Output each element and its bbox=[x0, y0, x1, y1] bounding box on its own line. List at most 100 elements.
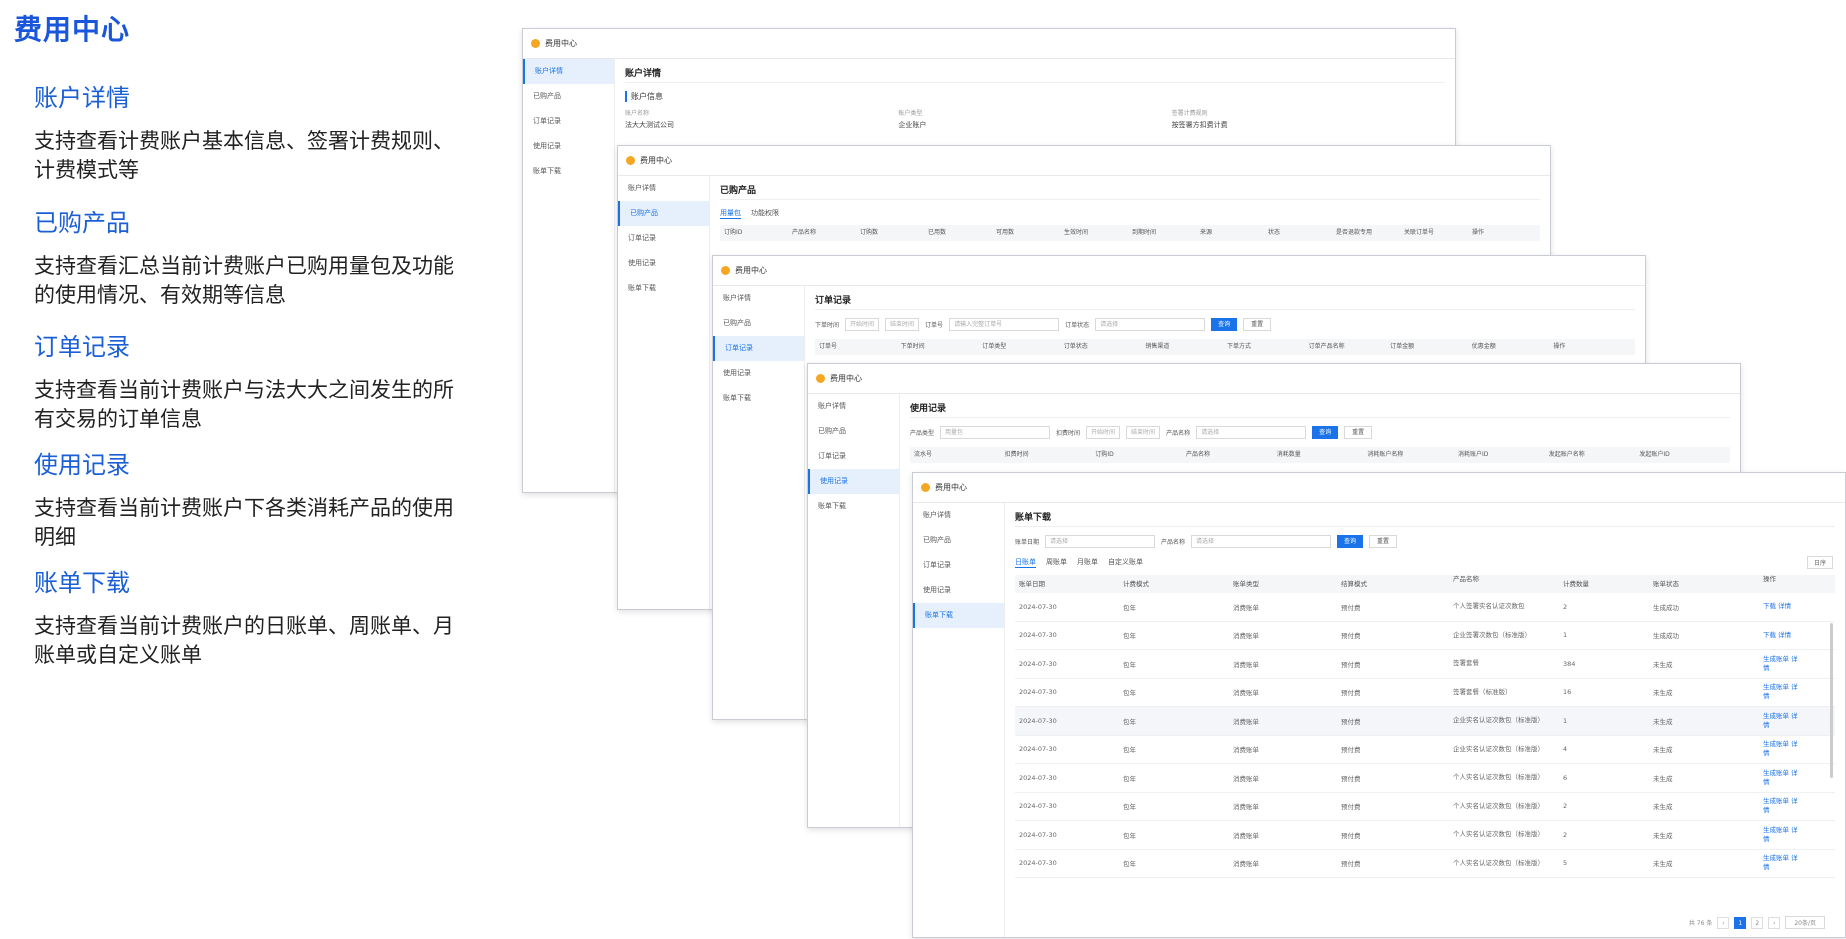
sidebar-item-usage[interactable]: 使用记录 bbox=[523, 134, 614, 159]
sidebar-item-bills[interactable]: 账单下载 bbox=[808, 494, 899, 519]
table-cell: 4 bbox=[1563, 745, 1568, 754]
table-row: 2024-07-30 包年 消费账单 预付费 企业实名认证次数包（标准版） 1 未生成 生成账… bbox=[1015, 707, 1835, 736]
row-action-link[interactable]: 生成账单 详情 bbox=[1763, 712, 1803, 730]
sidebar-item-orders[interactable]: 订单记录 bbox=[523, 109, 614, 134]
sort-select[interactable]: 日序 bbox=[1806, 556, 1833, 569]
sidebar-item-bills[interactable]: 账单下载 bbox=[913, 603, 1004, 628]
column-header: 流水号 bbox=[914, 451, 933, 458]
info-labels: 账户名称 账户类型 签署计费规则 bbox=[625, 108, 1445, 117]
sidebar-item-bills[interactable]: 账单下载 bbox=[713, 386, 804, 411]
reset-button[interactable]: 重置 bbox=[1369, 535, 1398, 548]
table-cell: 预付费 bbox=[1341, 860, 1361, 869]
sidebar-item-usage[interactable]: 使用记录 bbox=[913, 578, 1004, 603]
next-page-icon[interactable]: › bbox=[1768, 916, 1781, 929]
row-action-link[interactable]: 生成账单 详情 bbox=[1763, 740, 1803, 758]
sidebar-item-products[interactable]: 已购产品 bbox=[808, 419, 899, 444]
tab-features[interactable]: 功能权限 bbox=[751, 208, 779, 219]
sidebar-item-account[interactable]: 账户详情 bbox=[913, 503, 1004, 528]
table-cell: 1 bbox=[1563, 716, 1568, 725]
sidebar-item-orders[interactable]: 订单记录 bbox=[913, 553, 1004, 578]
feature-title: 使用记录 bbox=[34, 451, 130, 479]
sidebar-item-account[interactable]: 账户详情 bbox=[523, 59, 614, 84]
table-header: 订单号 下单时间 订单类型 订单状态 销售渠道 下单方式 订单产品名称 订单金额 优惠金额 操作 bbox=[815, 339, 1635, 355]
sidebar-item-products[interactable]: 已购产品 bbox=[913, 528, 1004, 553]
sidebar-item-bills[interactable]: 账单下载 bbox=[523, 159, 614, 184]
filter-label: 账单日期 bbox=[1015, 539, 1040, 546]
start-date-input[interactable]: 开始时间 bbox=[1086, 426, 1121, 439]
table-row: 2024-07-30 包年 消费账单 预付费 签署套餐（标准版） 16 未生成 生成账单 详情 bbox=[1015, 679, 1835, 707]
table-cell: 384 bbox=[1563, 659, 1576, 668]
sidebar-item-orders[interactable]: 订单记录 bbox=[808, 444, 899, 469]
sidebar-item-account[interactable]: 账户详情 bbox=[808, 394, 899, 419]
bill-date-input[interactable]: 请选择 bbox=[1045, 535, 1156, 548]
sidebar: 账户详情 已购产品 订单记录 使用记录 账单下载 bbox=[808, 394, 900, 827]
query-button[interactable]: 查询 bbox=[1337, 535, 1364, 548]
order-number-input[interactable]: 请输入完整订单号 bbox=[949, 318, 1060, 331]
row-action-link[interactable]: 生成账单 详情 bbox=[1763, 826, 1803, 844]
column-header: 账单日期 bbox=[1019, 580, 1045, 588]
tab-custom[interactable]: 自定义账单 bbox=[1108, 557, 1143, 568]
page-size-select[interactable]: 20条/页 bbox=[1785, 916, 1825, 929]
label: 签署计费规则 bbox=[1171, 110, 1208, 117]
row-action-link[interactable]: 生成账单 详情 bbox=[1763, 683, 1803, 701]
reset-button[interactable]: 重置 bbox=[1243, 318, 1272, 331]
table-cell: 2024-07-30 bbox=[1019, 688, 1057, 697]
query-button[interactable]: 查询 bbox=[1312, 426, 1339, 439]
sidebar-item-bills[interactable]: 账单下载 bbox=[618, 276, 709, 301]
feature-desc: 支持查看当前计费账户下各类消耗产品的使用明细 bbox=[34, 496, 454, 549]
prev-page-icon[interactable]: ‹ bbox=[1717, 916, 1730, 929]
table-scrollbar[interactable] bbox=[1830, 623, 1833, 778]
sidebar-item-products[interactable]: 已购产品 bbox=[713, 311, 804, 336]
column-header: 消耗数量 bbox=[1276, 451, 1301, 458]
page-1[interactable]: 1 bbox=[1734, 916, 1747, 929]
sidebar-item-account[interactable]: 账户详情 bbox=[618, 176, 709, 201]
product-name-select[interactable]: 请选择 bbox=[1191, 535, 1332, 548]
label: 账户类型 bbox=[898, 110, 923, 117]
sidebar: 账户详情 已购产品 订单记录 使用记录 账单下载 bbox=[523, 59, 615, 492]
table-cell: 未生成 bbox=[1653, 860, 1673, 869]
query-button[interactable]: 查询 bbox=[1211, 318, 1238, 331]
tab-daily[interactable]: 日账单 bbox=[1015, 557, 1036, 568]
table-row: 2024-07-30 包年 消费账单 预付费 个人实名认证次数包（标准版） 6 未生成 生成账… bbox=[1015, 764, 1835, 793]
order-status-select[interactable]: 请选择 bbox=[1095, 318, 1206, 331]
sidebar-item-orders[interactable]: 订单记录 bbox=[713, 336, 804, 361]
app-logo-icon bbox=[816, 374, 825, 383]
row-action-link[interactable]: 生成账单 详情 bbox=[1763, 655, 1803, 673]
row-action-link[interactable]: 下载 详情 bbox=[1763, 602, 1803, 611]
table-cell: 2024-07-30 bbox=[1019, 802, 1057, 811]
sidebar-item-account[interactable]: 账户详情 bbox=[713, 286, 804, 311]
product-type-select[interactable]: 用量包 bbox=[940, 426, 1051, 439]
filter-label: 订单号 bbox=[925, 322, 944, 329]
tab-weekly[interactable]: 周账单 bbox=[1046, 557, 1067, 568]
sidebar-item-usage[interactable]: 使用记录 bbox=[808, 469, 899, 494]
start-date-input[interactable]: 开始时间 bbox=[845, 318, 880, 331]
sidebar-item-orders[interactable]: 订单记录 bbox=[618, 226, 709, 251]
row-action-link[interactable]: 下载 详情 bbox=[1763, 631, 1803, 640]
sidebar-item-usage[interactable]: 使用记录 bbox=[618, 251, 709, 276]
app-logo-icon bbox=[626, 156, 635, 165]
row-action-link[interactable]: 生成账单 详情 bbox=[1763, 769, 1803, 787]
sidebar-item-products[interactable]: 已购产品 bbox=[618, 201, 709, 226]
window-header: 费用中心 bbox=[913, 473, 1845, 503]
end-date-input[interactable]: 结束时间 bbox=[885, 318, 920, 331]
row-action-link[interactable]: 生成账单 详情 bbox=[1763, 854, 1803, 872]
table-cell: 2024-07-30 bbox=[1019, 716, 1057, 725]
sidebar-item-products[interactable]: 已购产品 bbox=[523, 84, 614, 109]
column-header: 生效时间 bbox=[1064, 229, 1089, 236]
reset-button[interactable]: 重置 bbox=[1344, 426, 1373, 439]
sidebar-item-usage[interactable]: 使用记录 bbox=[713, 361, 804, 386]
table-cell: 个人实名认证次数包（标准版） bbox=[1453, 858, 1544, 867]
feature-desc: 支持查看计费账户基本信息、签署计费规则、计费模式等 bbox=[34, 129, 454, 182]
column-header: 产品名称 bbox=[1453, 575, 1479, 583]
product-name-select[interactable]: 请选择 bbox=[1196, 426, 1307, 439]
table-cell: 2 bbox=[1563, 830, 1568, 839]
column-header: 产品名称 bbox=[792, 229, 817, 236]
end-date-input[interactable]: 结束时间 bbox=[1126, 426, 1161, 439]
tab-monthly[interactable]: 月账单 bbox=[1077, 557, 1098, 568]
page-2[interactable]: 2 bbox=[1751, 916, 1764, 929]
table-cell: 消费账单 bbox=[1233, 689, 1259, 698]
row-action-link[interactable]: 生成账单 详情 bbox=[1763, 797, 1803, 815]
feature-usage: 使用记录 支持查看当前计费账户下各类消耗产品的使用明细 bbox=[34, 445, 474, 552]
column-header: 销售渠道 bbox=[1145, 343, 1170, 350]
tab-packages[interactable]: 用量包 bbox=[720, 208, 741, 219]
